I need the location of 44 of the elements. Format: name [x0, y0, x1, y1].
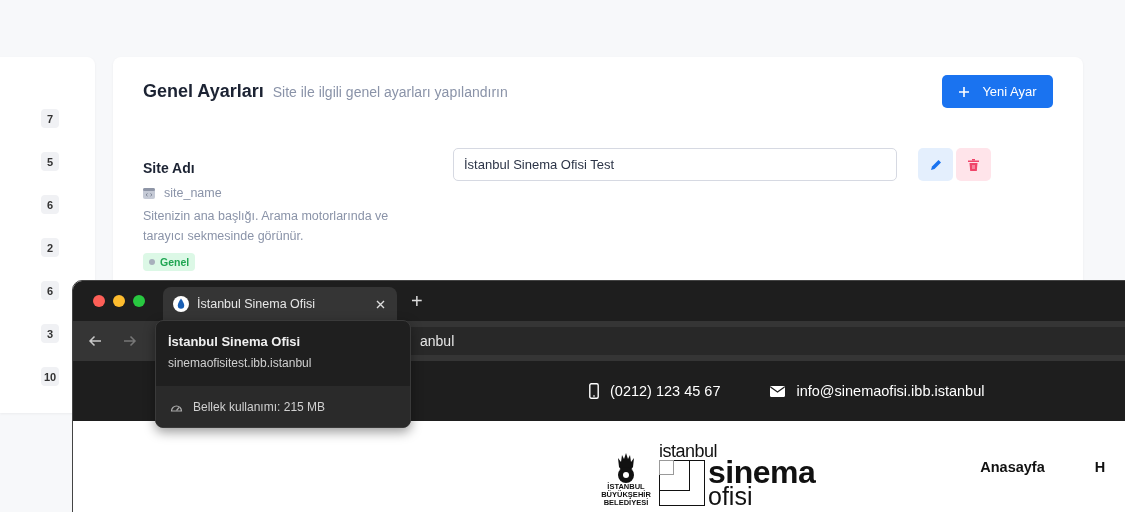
logo-text: istanbul	[659, 443, 718, 460]
tooltip-url: sinemaofisitest.ibb.istanbul	[168, 356, 313, 370]
back-arrow-icon[interactable]	[88, 335, 102, 347]
count-badge: 6	[41, 281, 59, 300]
browser-tab[interactable]: İstanbul Sinema Ofisi	[163, 287, 397, 321]
close-window-icon[interactable]	[93, 295, 105, 307]
section-title: Genel Ayarları	[143, 81, 264, 102]
tooltip-title: İstanbul Sinema Ofisi	[168, 334, 302, 349]
edit-button[interactable]	[918, 148, 953, 181]
tab-title: İstanbul Sinema Ofisi	[197, 297, 317, 311]
close-icon[interactable]	[376, 299, 385, 309]
logo-text: sinema	[708, 460, 816, 485]
setting-value-field[interactable]: İstanbul Sinema Ofisi Test	[453, 148, 897, 181]
section-subtitle: Site ile ilgili genel ayarları yapılandırın	[272, 84, 508, 100]
minimize-window-icon[interactable]	[113, 295, 125, 307]
setting-label: Site Adı	[143, 160, 196, 176]
count-badge: 10	[41, 367, 59, 386]
new-tab-button[interactable]: +	[397, 290, 423, 321]
email-address: info@sinemaofisi.ibb.istanbul	[796, 383, 985, 399]
envelope-icon	[770, 385, 786, 397]
phone-icon	[589, 383, 599, 399]
setting-description: Sitenizin ana başlığı. Arama motorlarında ve tarayıcı sekmesinde görünür.	[143, 208, 390, 245]
count-badge: 5	[41, 152, 59, 171]
logo-text: ofisi	[708, 485, 753, 507]
favicon-icon	[173, 296, 189, 312]
pencil-icon	[929, 158, 942, 171]
forward-arrow-icon[interactable]	[123, 335, 137, 347]
plus-icon	[958, 85, 971, 98]
nav-link[interactable]: Anasayfa	[980, 459, 1045, 475]
squares-logo-icon	[659, 460, 705, 506]
phone-number: (0212) 123 45 67	[610, 383, 721, 399]
delete-button[interactable]	[956, 148, 991, 181]
count-badge: 2	[41, 238, 59, 257]
code-icon	[143, 187, 155, 199]
count-badge: 7	[41, 109, 59, 128]
new-setting-button[interactable]: Yeni Ayar	[942, 75, 1053, 108]
setting-key: site_name	[164, 186, 222, 200]
trash-icon	[968, 158, 979, 171]
nav-link[interactable]: H	[1094, 459, 1106, 475]
memory-usage: Bellek kullanımı: 215 MB	[193, 399, 326, 414]
count-badge: 6	[41, 195, 59, 214]
category-tag: Genel	[143, 253, 196, 271]
maximize-window-icon[interactable]	[133, 295, 145, 307]
count-badge: 3	[41, 324, 59, 343]
